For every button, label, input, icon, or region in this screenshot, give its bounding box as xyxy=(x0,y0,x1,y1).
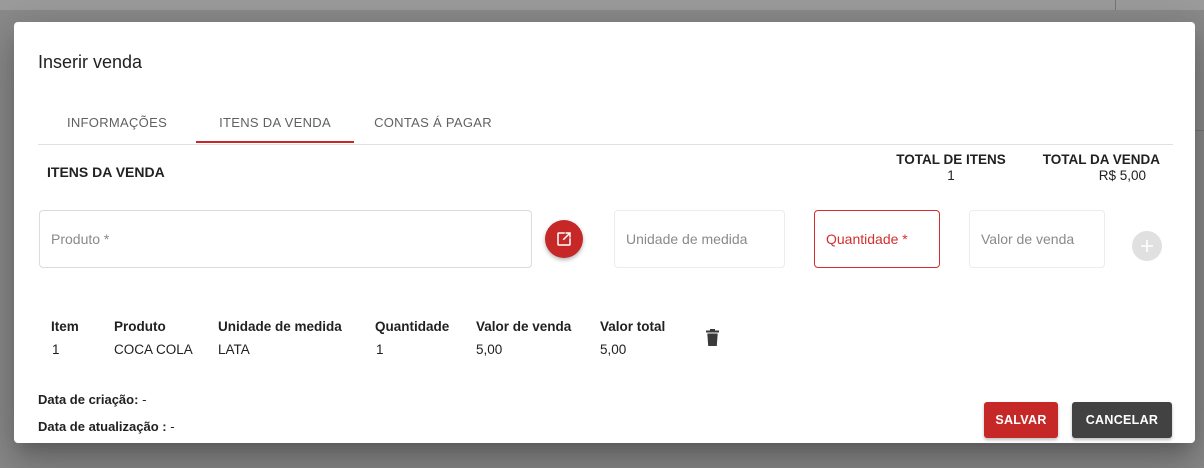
backdrop-divider xyxy=(1115,0,1116,10)
tab-bar: INFORMAÇÕES ITENS DA VENDA CONTAS Á PAGA… xyxy=(38,102,1173,145)
column-header-unidade: Unidade de medida xyxy=(218,319,342,334)
cell-produto: COCA COLA xyxy=(114,342,193,357)
tab-contas-a-pagar[interactable]: CONTAS Á PAGAR xyxy=(354,102,512,142)
quantidade-input[interactable] xyxy=(826,231,939,247)
tab-itens-da-venda[interactable]: ITENS DA VENDA xyxy=(196,102,354,142)
total-items-summary: TOTAL DE ITENS 1 xyxy=(876,152,1026,183)
cancel-button[interactable]: CANCELAR xyxy=(1072,402,1172,438)
dialog-title: Inserir venda xyxy=(38,52,143,72)
created-date-value: - xyxy=(142,392,147,407)
created-date-label: Data de criação: xyxy=(38,392,139,407)
backdrop-bar xyxy=(0,0,1204,10)
valor-venda-field[interactable] xyxy=(969,210,1105,268)
column-header-valor-venda: Valor de venda xyxy=(476,319,572,334)
column-header-quantidade: Quantidade xyxy=(375,319,450,334)
cell-unidade: LATA xyxy=(218,342,250,357)
delete-item-button[interactable] xyxy=(706,329,719,351)
quantidade-field[interactable] xyxy=(814,210,940,268)
cell-valor-total: 5,00 xyxy=(600,342,627,357)
cell-quantidade: 1 xyxy=(376,342,384,357)
updated-date: Data de atualização : - xyxy=(38,419,175,434)
open-product-button[interactable] xyxy=(545,220,583,258)
trash-icon xyxy=(706,329,719,346)
add-item-button[interactable] xyxy=(1132,231,1162,261)
total-items-value: 1 xyxy=(947,168,955,183)
column-header-produto: Produto xyxy=(114,319,166,334)
active-tab-indicator xyxy=(196,141,354,143)
tab-informacoes[interactable]: INFORMAÇÕES xyxy=(38,102,196,142)
unidade-input[interactable] xyxy=(626,231,784,247)
section-title: ITENS DA VENDA xyxy=(47,164,165,180)
column-header-valor-total: Valor total xyxy=(600,319,666,334)
column-header-item: Item xyxy=(51,319,79,334)
created-date: Data de criação: - xyxy=(38,392,146,407)
total-sale-value: R$ 5,00 xyxy=(1098,168,1146,183)
unidade-field[interactable] xyxy=(614,210,785,268)
updated-date-value: - xyxy=(170,419,175,434)
updated-date-label: Data de atualização : xyxy=(38,419,167,434)
total-sale-label: TOTAL DA VENDA xyxy=(1042,152,1160,167)
plus-icon xyxy=(1141,240,1153,252)
save-button[interactable]: SALVAR xyxy=(984,402,1058,438)
insert-sale-dialog: Inserir venda INFORMAÇÕES ITENS DA VENDA… xyxy=(14,22,1195,443)
produto-field[interactable] xyxy=(39,210,532,268)
cell-valor-venda: 5,00 xyxy=(476,342,503,357)
cell-item: 1 xyxy=(52,342,60,357)
valor-venda-input[interactable] xyxy=(981,231,1104,247)
produto-input[interactable] xyxy=(51,231,531,247)
open-in-new-icon xyxy=(557,232,571,246)
total-sale-summary: TOTAL DA VENDA R$ 5,00 xyxy=(1030,152,1160,183)
total-items-label: TOTAL DE ITENS xyxy=(896,152,1006,167)
